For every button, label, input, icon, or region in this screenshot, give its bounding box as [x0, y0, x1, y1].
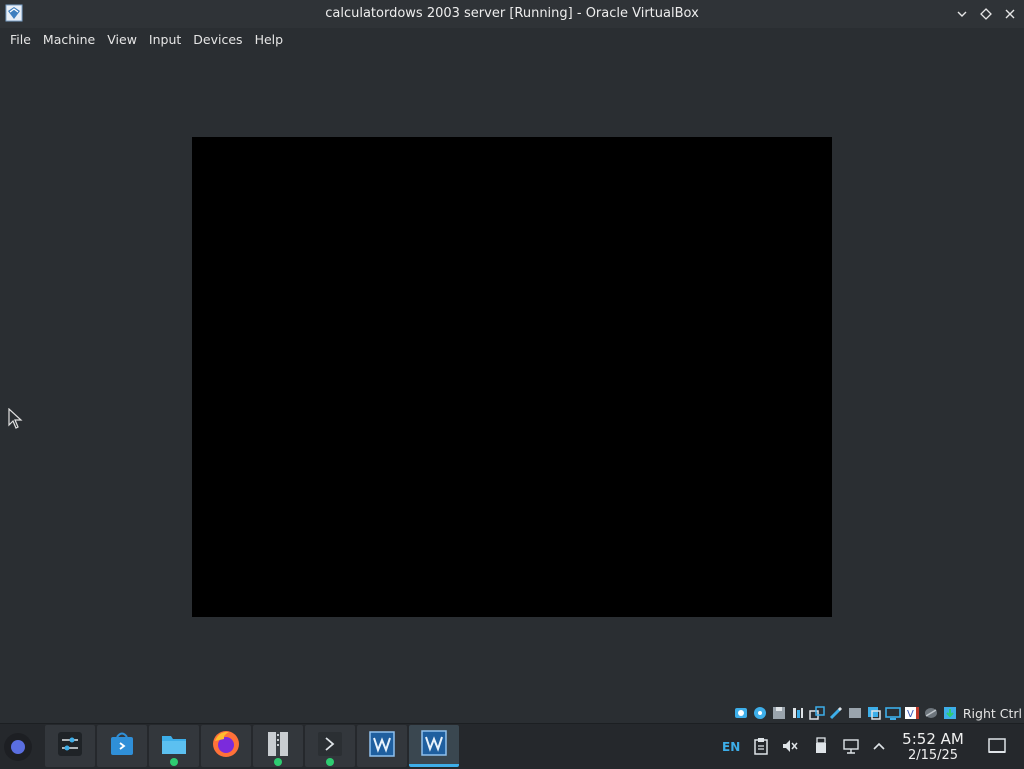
vm-status-bar: V Right Ctrl [733, 703, 1022, 723]
network-icon[interactable] [809, 705, 825, 721]
taskbar-virtualbox-manager[interactable] [357, 725, 407, 767]
taskbar-file-manager[interactable] [149, 725, 199, 767]
menu-bar: File Machine View Input Devices Help [0, 28, 1024, 52]
taskbar-firefox[interactable] [201, 725, 251, 767]
display-icon[interactable] [866, 705, 882, 721]
recording-icon[interactable] [885, 705, 901, 721]
hard-disk-icon[interactable] [733, 705, 749, 721]
keyboard-capture-icon[interactable] [942, 705, 958, 721]
minimize-button[interactable] [952, 4, 972, 24]
menu-devices[interactable]: Devices [187, 29, 248, 51]
menu-machine[interactable]: Machine [37, 29, 101, 51]
window-title: calculatordows 2003 server [Running] - O… [325, 6, 699, 21]
digital-clock[interactable]: 5:52 AM 2/15/25 [898, 730, 968, 764]
chevron-up-icon[interactable] [870, 737, 888, 755]
settings-sliders-icon [57, 731, 83, 761]
mouse-integration-icon[interactable] [923, 705, 939, 721]
keyboard-layout-indicator[interactable]: EN [722, 724, 740, 769]
volume-muted-icon[interactable] [781, 737, 799, 755]
show-desktop-icon[interactable] [988, 737, 1006, 755]
close-button[interactable] [1000, 4, 1020, 24]
taskbar-discover[interactable] [97, 725, 147, 767]
virtualbox-vm-icon [421, 729, 447, 760]
removable-device-icon[interactable] [812, 737, 830, 755]
virtualization-icon[interactable]: V [904, 705, 920, 721]
clock-date: 2/15/25 [907, 748, 959, 763]
running-indicator-icon [170, 758, 178, 766]
menu-file[interactable]: File [4, 29, 37, 51]
taskbar-archive-manager[interactable] [253, 725, 303, 767]
usb-icon[interactable] [828, 705, 844, 721]
firefox-icon [211, 729, 241, 763]
mouse-cursor-icon [8, 407, 24, 430]
app-launcher-button[interactable] [4, 733, 32, 761]
taskbar-terminal[interactable] [305, 725, 355, 767]
store-bag-icon [109, 731, 135, 761]
taskbar-virtualbox-vm[interactable] [409, 725, 459, 767]
running-indicator-icon [274, 758, 282, 766]
clock-time: 5:52 AM [902, 730, 964, 748]
shared-folder-icon[interactable] [847, 705, 863, 721]
running-indicator-icon [326, 758, 334, 766]
network-wired-icon[interactable] [842, 737, 860, 755]
taskbar: EN 5:52 AM 2/15/25 [0, 723, 1024, 769]
maximize-button[interactable] [976, 4, 996, 24]
optical-drive-icon[interactable] [752, 705, 768, 721]
menu-help[interactable]: Help [249, 29, 290, 51]
taskbar-system-settings[interactable] [45, 725, 95, 767]
menu-view[interactable]: View [101, 29, 143, 51]
svg-text:V: V [907, 709, 914, 720]
vm-screen[interactable] [192, 137, 832, 617]
folder-icon [160, 731, 188, 761]
host-key-label: Right Ctrl [962, 705, 1022, 721]
floppy-icon[interactable] [771, 705, 787, 721]
menu-input[interactable]: Input [143, 29, 187, 51]
terminal-icon [317, 731, 343, 761]
clipboard-icon[interactable] [752, 737, 770, 755]
window-titlebar: calculatordows 2003 server [Running] - O… [0, 0, 1024, 28]
audio-icon[interactable] [790, 705, 806, 721]
virtualbox-app-icon [369, 731, 395, 761]
